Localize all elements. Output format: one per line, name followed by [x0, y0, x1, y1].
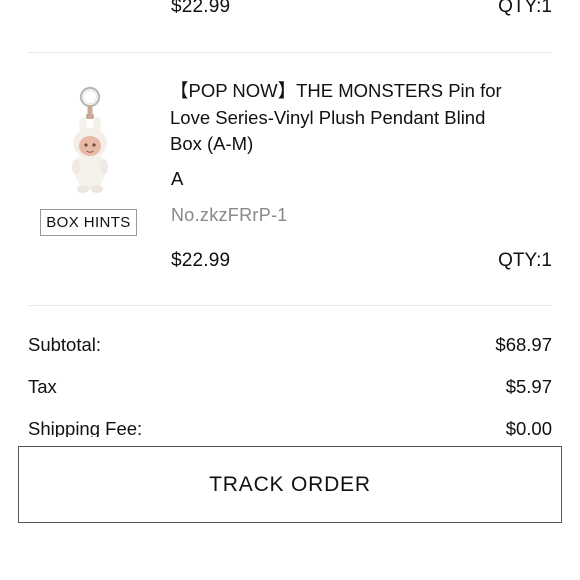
product-price: $22.99 — [171, 250, 231, 271]
product-variant: A — [171, 168, 184, 189]
product-title-line: 【POP NOW】THE MONSTERS Pin for — [170, 80, 502, 101]
order-summary: Subtotal: $68.97 Tax $5.97 Shipping Fee:… — [0, 320, 580, 437]
product-qty: QTY:1 — [498, 250, 552, 271]
previous-item-price: $22.99 — [171, 0, 231, 17]
summary-divider — [28, 305, 552, 306]
item-divider — [28, 52, 552, 53]
product-title[interactable]: 【POP NOW】THE MONSTERS Pin for Love Serie… — [170, 78, 552, 158]
subtotal-label: Subtotal: — [28, 334, 102, 355]
track-order-button[interactable]: TRACK ORDER — [18, 446, 562, 523]
product-title-line: Love Series-Vinyl Plush Pendant Blind — [170, 106, 486, 128]
previous-item-qty: QTY:1 — [498, 0, 552, 17]
subtotal-value: $68.97 — [495, 334, 552, 355]
plush-keychain-icon — [72, 86, 108, 193]
tax-value: $5.97 — [505, 376, 552, 397]
product-title-line: Box (A-M) — [170, 133, 254, 154]
product-sku: No.zkzFRrP-1 — [171, 205, 288, 225]
shipping-fee-label: Shipping Fee: — [28, 418, 143, 437]
box-hints-button[interactable]: BOX HINTS — [40, 209, 137, 236]
product-image[interactable] — [62, 85, 118, 195]
tax-label: Tax — [28, 376, 57, 397]
shipping-fee-value: $0.00 — [505, 418, 552, 437]
